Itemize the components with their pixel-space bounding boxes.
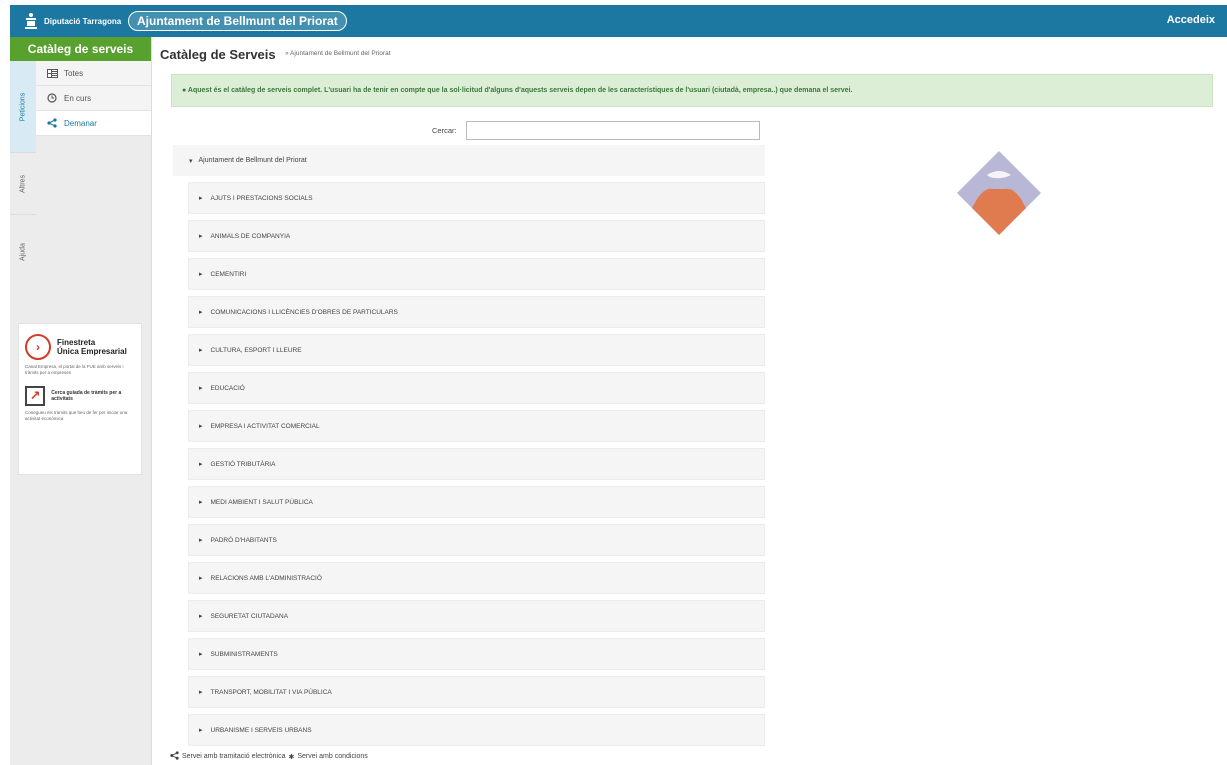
caret-right-icon: ▸ <box>199 385 203 392</box>
category-label: MEDI AMBIENT I SALUT PÚBLICA <box>210 498 313 506</box>
category-label: URBANISME I SERVEIS URBANS <box>210 726 312 734</box>
caret-right-icon: ▸ <box>199 195 203 202</box>
breadcrumb[interactable]: » Ajuntament de Bellmunt del Priorat <box>285 50 391 57</box>
tab-label: Peticions <box>19 92 27 121</box>
clock-icon <box>46 93 58 103</box>
caret-right-icon: ▸ <box>199 575 203 582</box>
conditions-icon: ✱ <box>288 753 295 761</box>
category-item[interactable]: ▸ AJUTS I PRESTACIONS SOCIALS <box>188 182 765 214</box>
category-item[interactable]: ▸ TRANSPORT, MOBILITAT I VIA PÚBLICA <box>188 676 765 708</box>
share-icon <box>170 751 179 762</box>
tab-label: Altres <box>19 174 27 193</box>
sidebar-item-label: Totes <box>64 68 84 78</box>
tab-altres[interactable]: Altres <box>10 153 36 215</box>
fue-logo-icon: › <box>25 334 51 360</box>
caret-right-icon: ▸ <box>199 233 203 240</box>
category-label: TRANSPORT, MOBILITAT I VIA PÚBLICA <box>210 688 332 696</box>
vertical-tabs: Peticions Altres Ajuda <box>10 61 36 289</box>
sidebar-item-en-curs[interactable]: En curs <box>36 86 151 111</box>
category-label: RELACIONS AMB L'ADMINISTRACIÓ <box>210 574 322 582</box>
category-item[interactable]: ▸ EDUCACIÓ <box>188 372 765 404</box>
category-label: COMUNICACIONS I LLICÈNCIES D'OBRES DE PA… <box>210 308 398 316</box>
category-item[interactable]: ▸ SUBMINISTRAMENTS <box>188 638 765 670</box>
category-label: CULTURA, ESPORT I LLEURE <box>210 346 302 354</box>
promo-text-2: Conegueu els tràmits que heu de fer per … <box>25 410 128 421</box>
service-tree: ▾ Ajuntament de Bellmunt del Priorat ▸ AJ… <box>173 145 765 746</box>
sidebar-title[interactable]: Catàleg de serveis <box>10 37 151 61</box>
tab-label: Ajuda <box>19 243 27 261</box>
tab-peticions[interactable]: Peticions <box>10 61 36 153</box>
legend-electronic: Servei amb tramitació electrònica <box>182 753 286 760</box>
guided-search-icon: ↗ <box>25 386 46 406</box>
caret-down-icon: ▾ <box>189 157 193 165</box>
tree-root-node[interactable]: ▾ Ajuntament de Bellmunt del Priorat <box>173 145 765 176</box>
caret-right-icon: ▸ <box>199 689 203 696</box>
search-label: Cercar: <box>432 126 457 135</box>
category-label: GESTIÓ TRIBUTÀRIA <box>210 460 276 468</box>
sidebar-item-demanar[interactable]: Demanar <box>36 111 151 136</box>
tab-ajuda[interactable]: Ajuda <box>10 215 36 289</box>
category-label: CEMENTIRI <box>210 270 247 278</box>
info-icon: ● <box>182 87 187 94</box>
category-item[interactable]: ▸ MEDI AMBIENT I SALUT PÚBLICA <box>188 486 765 518</box>
caret-right-icon: ▸ <box>199 347 203 354</box>
category-item[interactable]: ▸ RELACIONS AMB L'ADMINISTRACIÓ <box>188 562 765 594</box>
category-item[interactable]: ▸ EMPRESA I ACTIVITAT COMERCIAL <box>188 410 765 442</box>
promo-subtitle: Cerca guiada de tràmits per a activitats <box>51 390 122 402</box>
category-item[interactable]: ▸ CULTURA, ESPORT I LLEURE <box>188 334 765 366</box>
promo-title-1: Finestreta <box>57 338 96 347</box>
category-item[interactable]: ▸ CEMENTIRI <box>188 258 765 290</box>
category-item[interactable]: ▸ SEGURETAT CIUTADANA <box>188 600 765 632</box>
category-label: AJUTS I PRESTACIONS SOCIALS <box>210 194 313 202</box>
category-label: EDUCACIÓ <box>210 384 245 392</box>
caret-right-icon: ▸ <box>199 499 203 506</box>
category-item[interactable]: ▸ ANIMALS DE COMPANYIA <box>188 220 765 252</box>
category-item[interactable]: ▸ URBANISME I SERVEIS URBANS <box>188 714 765 746</box>
caret-right-icon: ▸ <box>199 461 203 468</box>
caret-right-icon: ▸ <box>199 727 203 734</box>
coat-of-arms-icon <box>957 151 1041 235</box>
sidebar-menu: Totes En curs Demanar <box>36 61 151 136</box>
category-item[interactable]: ▸ COMUNICACIONS I LLICÈNCIES D'OBRES DE P… <box>188 296 765 328</box>
main-content: Catàleg de Serveis » Ajuntament de Bellm… <box>152 37 1227 765</box>
caret-right-icon: ▸ <box>199 309 203 316</box>
category-label: PADRÓ D'HABITANTS <box>210 536 277 544</box>
category-label: ANIMALS DE COMPANYIA <box>210 232 291 240</box>
crest-icon <box>24 13 38 29</box>
tree-root-label: Ajuntament de Bellmunt del Priorat <box>198 157 307 164</box>
page-title: Catàleg de Serveis <box>160 47 276 62</box>
brand-text: Diputació Tarragona <box>44 16 122 26</box>
legend-conditions: Servei amb condicions <box>297 753 368 760</box>
sidebar-item-label: Demanar <box>64 118 97 128</box>
category-item[interactable]: ▸ GESTIÓ TRIBUTÀRIA <box>188 448 765 480</box>
category-label: SUBMINISTRAMENTS <box>210 650 278 658</box>
legend: Servei amb tramitació electrònica ✱ Serv… <box>170 751 368 762</box>
promo-text-1: Canal Empresa, el portal de la FUE amb s… <box>25 364 124 375</box>
caret-right-icon: ▸ <box>199 423 203 430</box>
category-label: EMPRESA I ACTIVITAT COMERCIAL <box>210 422 320 430</box>
info-text: Aquest és el catàleg de serveis complet.… <box>187 87 853 94</box>
sidebar-item-totes[interactable]: Totes <box>36 61 151 86</box>
category-item[interactable]: ▸ PADRÓ D'HABITANTS <box>188 524 765 556</box>
council-name-badge[interactable]: Ajuntament de Bellmunt del Priorat <box>128 11 347 31</box>
sidebar-item-label: En curs <box>64 93 92 103</box>
sidebar: Catàleg de serveis Peticions Altres Ajud… <box>10 37 152 765</box>
share-icon <box>46 118 58 128</box>
info-alert: ● Aquest és el catàleg de serveis comple… <box>171 74 1213 107</box>
caret-right-icon: ▸ <box>199 651 203 658</box>
list-icon <box>46 68 58 78</box>
promo-title-2: Única Empresarial <box>57 347 127 356</box>
category-label: SEGURETAT CIUTADANA <box>210 612 289 620</box>
brand[interactable]: Diputació Tarragona <box>24 13 121 29</box>
caret-right-icon: ▸ <box>199 537 203 544</box>
search-input[interactable] <box>466 121 760 140</box>
caret-right-icon: ▸ <box>199 613 203 620</box>
promo-box[interactable]: › Finestreta Única Empresarial Canal Emp… <box>18 323 142 475</box>
caret-right-icon: ▸ <box>199 271 203 278</box>
top-bar: Diputació Tarragona Ajuntament de Bellmu… <box>10 5 1227 37</box>
login-link[interactable]: Accedeix <box>1167 14 1215 26</box>
municipality-emblem <box>957 151 1041 235</box>
